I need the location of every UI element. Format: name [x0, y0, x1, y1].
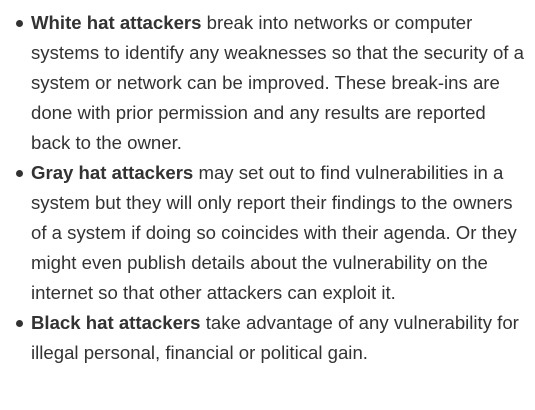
bullet-icon: [16, 320, 23, 327]
description-white-hat: break into networks or computer systems …: [31, 12, 524, 153]
list-item-gray-hat: Gray hat attackers may set out to find v…: [16, 158, 527, 308]
description-gray-hat: may set out to find vulnerabilities in a…: [31, 162, 517, 303]
term-white-hat: White hat attackers: [31, 12, 202, 33]
list-item-black-hat: Black hat attackers take advantage of an…: [16, 308, 527, 368]
attacker-types-list: White hat attackers break into networks …: [0, 0, 535, 368]
list-item-white-hat: White hat attackers break into networks …: [16, 8, 527, 158]
term-black-hat: Black hat attackers: [31, 312, 201, 333]
bullet-icon: [16, 20, 23, 27]
term-gray-hat: Gray hat attackers: [31, 162, 194, 183]
bullet-icon: [16, 170, 23, 177]
